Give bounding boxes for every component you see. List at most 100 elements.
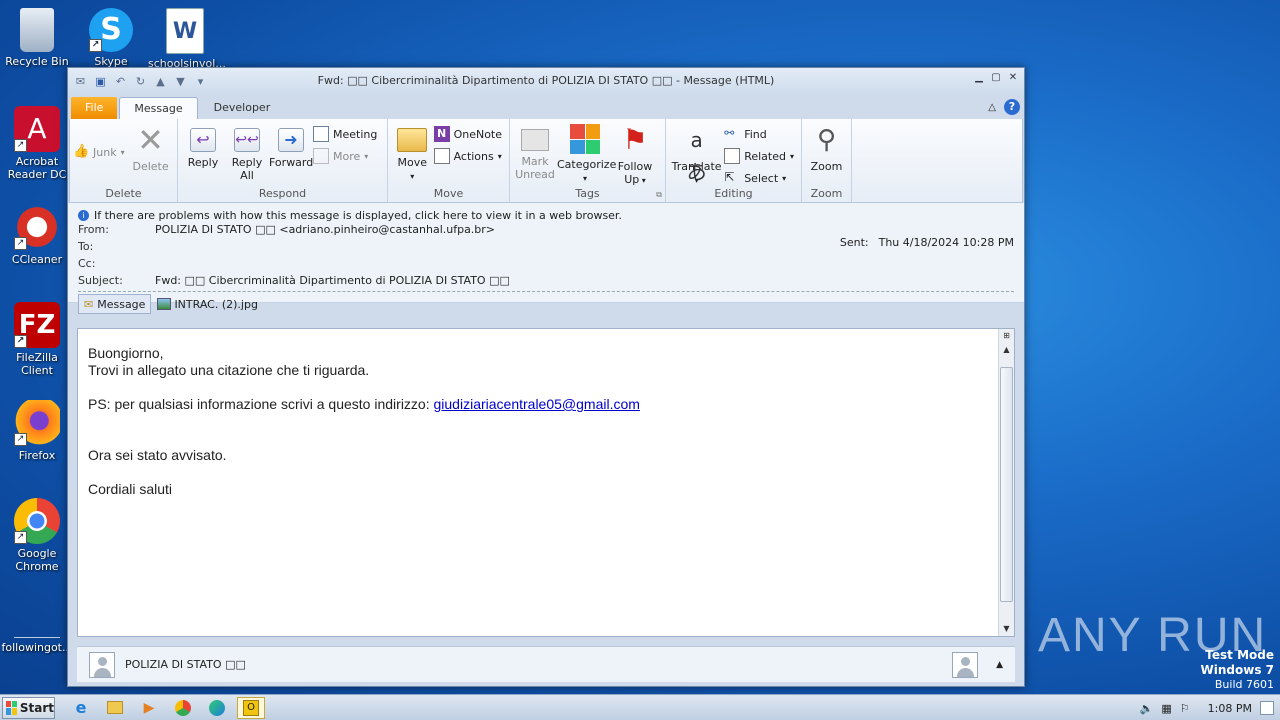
related-label: Related (744, 149, 786, 163)
scroll-down-arrow-icon[interactable]: ▼ (999, 622, 1014, 636)
tab-file[interactable]: File (71, 97, 118, 119)
minimize-icon[interactable]: ▁ (972, 72, 986, 85)
attachment-file[interactable]: INTRAC. (2).jpg (155, 298, 258, 311)
ribbon-group-move: Move ▾ N OneNote Actions ▾ Move (388, 119, 510, 202)
image-file-icon (157, 298, 172, 310)
customize-qat-icon[interactable]: ▾ (193, 74, 208, 89)
categorize-label: Categorize (557, 158, 617, 171)
message-tab[interactable]: ✉ Message (78, 294, 152, 314)
meeting-button[interactable]: Meeting (313, 125, 381, 143)
move-folder-icon (397, 128, 428, 152)
subject-row: Subject: Fwd: □□ Cibercriminalità Dipart… (78, 272, 1014, 289)
chrome-icon (175, 699, 191, 716)
maximize-icon[interactable]: ▢ (989, 72, 1003, 85)
scroll-thumb[interactable] (1000, 367, 1013, 602)
from-value[interactable]: POLIZIA DI STATO □□ <adriano.pinheiro@ca… (155, 223, 495, 236)
desktop-icon-ccleaner[interactable]: ↗ CCleaner (0, 204, 74, 266)
group-label-editing: Editing (714, 187, 753, 200)
tab-message[interactable]: Message (119, 97, 198, 119)
info-bar[interactable]: i If there are problems with how this me… (78, 203, 1014, 222)
scroll-up-arrow-icon[interactable]: ▲ (999, 343, 1014, 357)
start-button[interactable]: Start (2, 696, 55, 719)
sent-value: Thu 4/18/2024 10:28 PM (878, 236, 1014, 249)
taskbar-outlook[interactable]: O (237, 696, 265, 719)
desktop-icon-skype[interactable]: S ↗ Skype (74, 8, 148, 68)
ribbon-group-editing: aあ Translate ▾ ⚯ Find Related ▾ ⇱ Select ▾ Ed… (666, 119, 802, 202)
ps-text: PS: per qualsiasi informazione scrivi a … (88, 396, 434, 412)
attachment-file-name: INTRAC. (2).jpg (174, 297, 258, 311)
up-arrow-icon[interactable]: ▲ (153, 74, 168, 89)
email-link[interactable]: giudiziariacentrale05@gmail.com (434, 396, 640, 412)
desktop-icon-word-doc[interactable]: W schoolsinvol... (148, 8, 226, 70)
desktop-icon-label: Firefox (18, 449, 56, 462)
forward-icon: ➜ (278, 128, 304, 152)
actions-icon (433, 148, 450, 164)
related-icon (724, 148, 741, 164)
taskbar-ie[interactable]: e (67, 697, 95, 719)
dialog-launcher-icon[interactable]: ⧉ (656, 190, 662, 200)
close-icon[interactable]: ✕ (1006, 72, 1020, 85)
action-center-flag-icon[interactable]: ⚐ (1180, 702, 1190, 715)
show-desktop-icon[interactable] (1260, 701, 1274, 715)
ribbon-tabs: File Message Developer △ ? (68, 95, 1024, 119)
media-player-icon: ▶ (143, 699, 155, 716)
network-icon[interactable]: ▦ (1161, 702, 1171, 715)
speaker-icon[interactable]: 🔈 (1140, 702, 1154, 715)
magnifier-icon: ⚲ (816, 125, 837, 155)
people-pane-name[interactable]: POLIZIA DI STATO □□ (125, 658, 246, 671)
desktop-icon-firefox[interactable]: ↗ Firefox (0, 400, 74, 462)
taskbar-chrome[interactable] (169, 697, 197, 719)
desktop-icon-chrome[interactable]: ↗ Google Chrome (0, 498, 74, 573)
forward-label: Forward (269, 156, 314, 169)
related-button[interactable]: Related ▾ (724, 147, 798, 165)
expand-people-pane-icon[interactable]: ▲ (996, 660, 1003, 670)
body-greeting: Buongiorno, (88, 345, 164, 361)
ribbon-group-respond: ↩ Reply ↩↩ Reply All ➜ Forward Meeting M… (178, 119, 388, 202)
junk-button[interactable]: 👍 Junk ▾ (73, 143, 129, 161)
undo-icon[interactable]: ↶ (113, 74, 128, 89)
sender-avatar[interactable] (89, 651, 115, 678)
chrome-icon: ↗ (14, 498, 60, 544)
group-label-delete: Delete (105, 187, 142, 200)
desktop-icon-recycle-bin[interactable]: Recycle Bin (0, 8, 74, 68)
down-arrow-icon[interactable]: ▼ (173, 74, 188, 89)
contact-avatar[interactable] (952, 651, 979, 678)
desktop-icon-filezilla[interactable]: FZ ↗ FileZilla Client (0, 302, 74, 377)
scroll-split-icon[interactable]: ⊞ (999, 329, 1014, 343)
subject-label: Subject: (78, 274, 123, 287)
clock[interactable]: 1:08 PM (1208, 702, 1252, 715)
taskbar-edge[interactable] (203, 697, 231, 719)
move-label: Move (397, 156, 428, 169)
message-header: i If there are problems with how this me… (68, 203, 1024, 314)
taskbar-media-player[interactable]: ▶ (135, 697, 163, 719)
message-body-pane[interactable]: Buongiorno, Trovi in allegato una citazi… (77, 328, 1015, 637)
taskbar-explorer[interactable] (101, 697, 129, 719)
ccleaner-icon: ↗ (14, 204, 60, 250)
help-icon[interactable]: ? (1004, 99, 1020, 115)
tab-developer[interactable]: Developer (200, 97, 285, 119)
actions-button[interactable]: Actions ▾ (433, 147, 506, 165)
message-window: ✉ ▣ ↶ ↻ ▲ ▼ ▾ Fwd: □□ Cibercriminalità D… (67, 67, 1025, 687)
save-icon[interactable]: ▣ (93, 74, 108, 89)
desktop-icon-acrobat[interactable]: A ↗ Acrobat Reader DC (0, 106, 74, 181)
body-ps: PS: per qualsiasi informazione scrivi a … (88, 396, 1004, 413)
mark-unread-label-1: Mark (521, 155, 549, 168)
minimize-ribbon-icon[interactable]: △ (988, 102, 996, 113)
reply-all-label-1: Reply (231, 156, 263, 169)
desktop-icon-label: followingot... (1, 641, 73, 654)
onenote-button[interactable]: N OneNote (433, 125, 506, 143)
group-label-zoom: Zoom (810, 187, 843, 200)
find-button[interactable]: ⚯ Find (724, 125, 798, 143)
firefox-icon: ↗ (14, 400, 60, 446)
desktop-icon-file[interactable]: followingot... (0, 618, 74, 654)
reply-all-label-2: All (240, 169, 254, 182)
junk-icon: 👍 (73, 144, 90, 159)
envelope-icon: ✉ (75, 75, 86, 88)
more-label: More (333, 149, 361, 163)
more-respond-button[interactable]: More ▾ (313, 147, 381, 165)
group-label-tags: Tags (575, 187, 600, 200)
vertical-scrollbar[interactable]: ⊞ ▲ ▼ (998, 329, 1014, 636)
redo-icon[interactable]: ↻ (133, 74, 148, 89)
select-button[interactable]: ⇱ Select ▾ (724, 169, 798, 187)
translate-icon: aあ (686, 128, 707, 184)
